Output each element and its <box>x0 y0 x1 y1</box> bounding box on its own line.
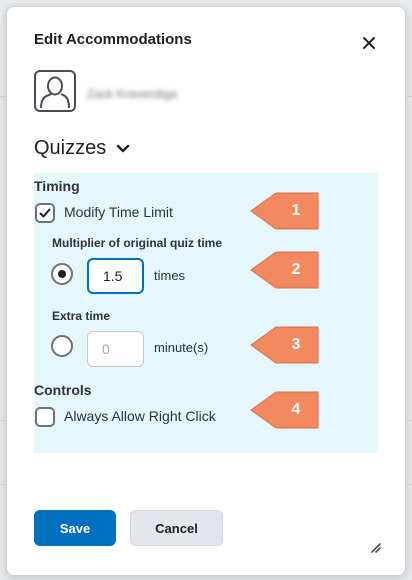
extra-time-radio[interactable] <box>51 335 73 357</box>
resize-handle-icon[interactable] <box>369 540 381 553</box>
callout-4-number: 4 <box>291 401 301 418</box>
multiplier-input[interactable]: 1.5 <box>87 258 144 294</box>
radio-selected-dot <box>58 270 66 278</box>
user-avatar-icon <box>34 70 76 112</box>
callout-2: 2 <box>250 251 322 289</box>
save-button[interactable]: Save <box>34 510 116 546</box>
quizzes-section-toggle[interactable]: Quizzes <box>34 137 130 160</box>
callout-4: 4 <box>250 391 322 429</box>
multiplier-unit: times <box>154 268 186 283</box>
callout-3: 3 <box>250 326 322 364</box>
multiplier-radio[interactable] <box>51 263 73 285</box>
modify-time-limit-checkbox[interactable] <box>35 203 55 223</box>
callout-1: 1 <box>250 192 322 230</box>
edit-accommodations-dialog: Edit Accommodations Zack Kravendiga Quiz… <box>6 6 406 576</box>
close-icon[interactable] <box>359 33 379 53</box>
callout-3-number: 3 <box>291 336 301 353</box>
extra-time-unit: minute(s) <box>154 340 209 355</box>
dialog-title: Edit Accommodations <box>34 31 192 48</box>
callout-1-number: 1 <box>291 202 301 219</box>
extra-time-input[interactable]: 0 <box>87 331 144 367</box>
cancel-button[interactable]: Cancel <box>130 510 223 546</box>
controls-heading: Controls <box>34 382 92 398</box>
student-name: Zack Kravendiga <box>87 87 178 101</box>
section-title: Quizzes <box>34 137 107 159</box>
always-allow-right-click-label: Always Allow Right Click <box>64 408 216 424</box>
timing-heading: Timing <box>34 178 80 194</box>
modify-time-limit-label: Modify Time Limit <box>64 204 173 220</box>
extra-time-label: Extra time <box>52 309 111 323</box>
multiplier-label: Multiplier of original quiz time <box>52 236 222 250</box>
checkmark-icon <box>39 208 51 218</box>
chevron-down-icon <box>117 144 130 152</box>
always-allow-right-click-checkbox[interactable] <box>35 407 55 427</box>
callout-2-number: 2 <box>291 261 301 278</box>
